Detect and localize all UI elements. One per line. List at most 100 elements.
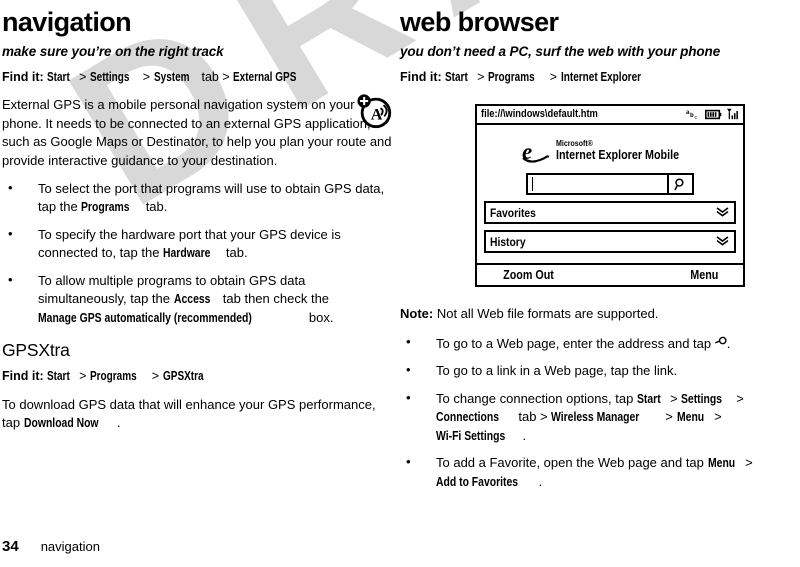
- path-system: System: [153, 69, 190, 84]
- path-tab-word: tab >: [514, 409, 552, 425]
- path-sep: >: [222, 69, 230, 84]
- double-chevron-down-icon: [716, 206, 729, 219]
- soft-key-bar: Zoom Out Menu: [477, 263, 743, 285]
- bullet-text: To go to a link in a Web page, tap the l…: [436, 363, 678, 379]
- path-sep: >: [741, 455, 753, 471]
- bullet-text-tail: .: [522, 427, 527, 443]
- bullet-text: To go to a Web page, enter the address a…: [436, 335, 715, 351]
- bold-term-settings: Settings: [681, 390, 723, 406]
- path-sep: >: [151, 369, 160, 384]
- path-sep: >: [732, 390, 744, 406]
- list-item: To go to a Web page, enter the address a…: [400, 333, 800, 354]
- footer-chapter-name: navigation: [40, 539, 100, 554]
- bold-term-add-to-favorites: Add to Favorites: [436, 473, 519, 489]
- right-column: web browser you don’t need a PC, surf th…: [400, 0, 800, 500]
- text-caret: [532, 177, 533, 191]
- path-sep: >: [710, 409, 722, 425]
- bullet-text: To change connection options, tap: [436, 390, 637, 406]
- bold-term-wireless-manager: Wireless Manager: [551, 409, 640, 425]
- signal-icon: [727, 108, 738, 120]
- battery-icon: [705, 109, 722, 119]
- viewport-spacer: [484, 253, 736, 263]
- double-chevron-down-icon: [716, 235, 729, 248]
- path-sep: >: [661, 409, 677, 425]
- go-button[interactable]: [669, 175, 692, 193]
- list-item: To change connection options, tap Start …: [400, 389, 800, 445]
- note-paragraph: Note: Not all Web file formats are suppo…: [400, 305, 800, 323]
- status-icon-tray: a b c: [686, 108, 739, 120]
- path-start: Start: [47, 369, 70, 384]
- path-internet-explorer: Internet Explorer: [560, 69, 641, 84]
- tagline-navigation: make sure you’re on the right track: [2, 44, 224, 60]
- bold-term-menu: Menu: [676, 409, 704, 425]
- path-start: Start: [47, 69, 70, 84]
- path-tab-word: tab: [201, 69, 219, 84]
- list-item: To add a Favorite, open the Web page and…: [400, 453, 800, 491]
- bold-term-hardware: Hardware: [163, 245, 211, 261]
- left-column: navigation make sure you’re on the right…: [0, 0, 396, 433]
- path-sep: >: [142, 69, 151, 84]
- menu-softkey[interactable]: Menu: [691, 268, 719, 282]
- find-it-label: Find it:: [2, 369, 44, 384]
- bullet-text-tail: .: [538, 473, 543, 489]
- history-label: History: [490, 234, 526, 249]
- navigation-bullet-list: To select the port that programs will us…: [2, 179, 396, 327]
- web-browser-bullet-list: To go to a Web page, enter the address a…: [400, 333, 800, 492]
- list-item: To go to a link in a Web page, tap the l…: [400, 361, 800, 380]
- internet-explorer-e-icon: e: [522, 139, 550, 164]
- note-label: Note:: [400, 306, 434, 322]
- magnifier-icon: [674, 177, 684, 190]
- bullet-text: To add a Favorite, open the Web page and…: [436, 455, 708, 471]
- zoom-out-softkey[interactable]: Zoom Out: [503, 268, 554, 282]
- section-heading-gpsxtra: GPSXtra: [2, 340, 70, 361]
- manual-page: navigation make sure you’re on the right…: [0, 0, 800, 567]
- favorites-label: Favorites: [490, 205, 536, 220]
- bold-term-wifi-settings: Wi-Fi Settings: [436, 427, 506, 443]
- bullet-text-tail: tab.: [142, 199, 168, 215]
- page-footer: 34 navigation: [2, 538, 100, 555]
- path-sep: >: [79, 369, 87, 384]
- page-title-web-browser: web browser: [400, 7, 559, 37]
- bullet-text-tail: tab.: [222, 245, 248, 261]
- history-row[interactable]: History: [484, 230, 736, 253]
- bold-term-manage-gps: Manage GPS automatically (recommended): [38, 309, 252, 325]
- path-sep: >: [666, 390, 682, 406]
- find-it-path-internet-explorer: Find it: Start > Programs > Internet Exp…: [400, 70, 800, 86]
- svg-text:c: c: [695, 115, 698, 120]
- favorites-row[interactable]: Favorites: [484, 201, 736, 224]
- note-text: Not all Web file formats are supported.: [433, 306, 659, 322]
- abc-input-icon: a b c: [686, 110, 698, 120]
- ie-mobile-label: Internet Explorer Mobile: [555, 147, 680, 162]
- find-it-label: Find it:: [2, 69, 44, 84]
- bullet-text-mid: tab then check the: [219, 291, 330, 307]
- bold-term-download-now: Download Now: [23, 415, 99, 431]
- page-title-navigation: navigation: [2, 7, 132, 37]
- intro-paragraph: External GPS is a mobile personal naviga…: [2, 97, 392, 168]
- address-bar-url: file://\windows\default.htm: [481, 108, 598, 120]
- browser-viewport: e Microsoft® Internet Explorer Mobile Fa…: [477, 125, 743, 263]
- ie-wordmark: Microsoft® Internet Explorer Mobile: [555, 139, 699, 162]
- find-it-label: Find it:: [400, 69, 442, 84]
- list-item: To select the port that programs will us…: [2, 179, 396, 217]
- gpsxtra-text-tail: .: [116, 415, 121, 431]
- tagline-web-browser: you don’t need a PC, surf the web with y…: [400, 44, 721, 60]
- find-it-path-external-gps: Find it: Start > Settings > System tab >…: [2, 70, 396, 86]
- hearing-aid-compatible-icon: A: [357, 94, 392, 129]
- path-start: Start: [445, 69, 468, 84]
- address-input-group[interactable]: [526, 173, 694, 195]
- bold-term-menu: Menu: [707, 455, 735, 471]
- address-entry-row: [484, 173, 736, 195]
- path-sep: >: [549, 69, 558, 84]
- path-sep: >: [79, 69, 87, 84]
- phone-screenshot-illustration: file://\windows\default.htm a b c e Micr…: [475, 104, 745, 287]
- bold-term-start: Start: [636, 390, 661, 406]
- address-input[interactable]: [528, 175, 669, 193]
- path-programs: Programs: [89, 369, 137, 384]
- browser-title-bar: file://\windows\default.htm a b c: [477, 106, 743, 125]
- path-gpsxtra: GPSXtra: [162, 369, 204, 384]
- path-external-gps: External GPS: [233, 69, 297, 84]
- svg-text:b: b: [690, 113, 694, 119]
- bold-term-access: Access: [173, 291, 211, 307]
- page-number: 34: [2, 538, 19, 555]
- list-item: To allow multiple programs to obtain GPS…: [2, 271, 396, 327]
